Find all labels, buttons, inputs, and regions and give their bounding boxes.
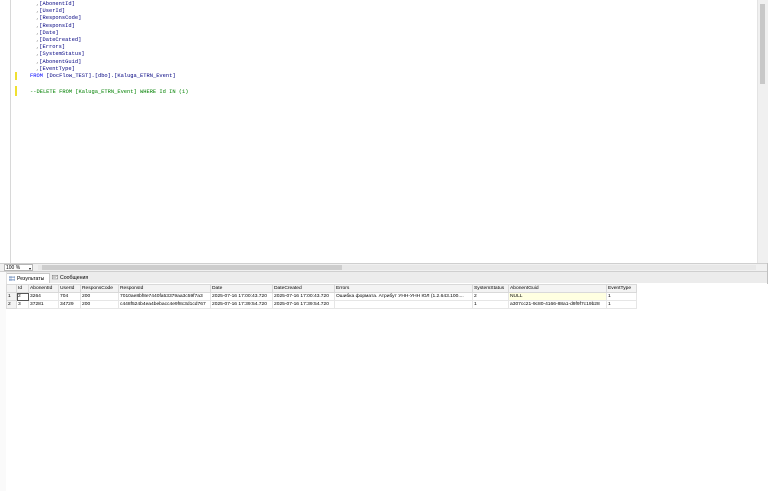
- grid-cell[interactable]: 7010ae8bf8e7440fa53379aa3c59f7a3: [118, 292, 211, 301]
- column-identifier: [ResponsId]: [39, 22, 75, 29]
- editor-vertical-scrollbar[interactable]: [757, 0, 768, 263]
- zoom-bar: 100 % ▾: [0, 263, 768, 272]
- grid-cell[interactable]: 1: [472, 300, 509, 309]
- column-identifier: [AbonentId]: [39, 1, 75, 7]
- message-icon: [52, 275, 58, 280]
- scroll-thumb[interactable]: [760, 4, 765, 84]
- column-header[interactable]: UserId: [58, 284, 81, 293]
- row-number[interactable]: 1: [6, 292, 17, 301]
- zoom-dropdown[interactable]: 100 % ▾: [4, 264, 33, 271]
- code-line: ,[UserId]: [36, 8, 65, 15]
- grid-cell[interactable]: [334, 300, 473, 309]
- code-line: ,[DateCreated]: [36, 37, 81, 44]
- results-table[interactable]: Id AbonentId UserId ResponsCode ResponsId Dat…: [6, 284, 637, 309]
- grid-cell[interactable]: 2025-07-16 17:00:43.720: [210, 292, 273, 301]
- column-header[interactable]: SystemStatus: [472, 284, 509, 293]
- column-identifier: [ResponsCode]: [39, 15, 82, 22]
- grid-cell[interactable]: 1: [606, 300, 637, 309]
- grid-cell[interactable]: 2025-07-16 17:39:54.720: [210, 300, 273, 309]
- column-identifier: [AbonentGuid]: [39, 58, 82, 65]
- grid-cell[interactable]: 37281: [28, 300, 59, 309]
- grid-cell[interactable]: 34729: [58, 300, 81, 309]
- code-line: ,[AbonentGuid]: [36, 59, 81, 66]
- editor-horizontal-scrollbar[interactable]: [38, 265, 756, 270]
- grid-cell[interactable]: 3: [16, 300, 29, 309]
- table-row[interactable]: 1 2 3264 704 200 7010ae8bf8e7440fa53379aa3c59…: [6, 292, 637, 301]
- grid-cell[interactable]: 1: [606, 292, 637, 301]
- column-header[interactable]: DateCreated: [272, 284, 335, 293]
- grid-corner[interactable]: [6, 284, 17, 293]
- grid-cell[interactable]: c448f524b4ea4bebacc4e9f8c3d1cd767: [118, 300, 211, 309]
- code-line: ,[ResponsCode]: [36, 15, 81, 22]
- grid-cell[interactable]: NULL: [508, 292, 607, 301]
- column-identifier: [Date]: [39, 29, 59, 36]
- column-header[interactable]: AbonentId: [28, 284, 59, 293]
- grid-cell[interactable]: 2025-07-16 17:00:43.720: [272, 292, 335, 301]
- column-header[interactable]: Errors: [334, 284, 473, 293]
- grid-cell[interactable]: 2025-07-16 17:39:54.720: [272, 300, 335, 309]
- grid-cell[interactable]: 704: [58, 292, 81, 301]
- column-header[interactable]: ResponsCode: [80, 284, 119, 293]
- column-header[interactable]: Id: [16, 284, 29, 293]
- results-tabbar: Результаты Сообщения: [0, 272, 768, 283]
- results-grid[interactable]: Id AbonentId UserId ResponsCode ResponsId Dat…: [6, 284, 768, 491]
- grid-cell[interactable]: 200: [80, 292, 119, 301]
- grid-cell[interactable]: a307cc21-9c80-4166-88a1-d9f9f7c19b28: [508, 300, 607, 309]
- editor-margin: [10, 0, 11, 263]
- query-editor[interactable]: ,[AbonentId] ,[UserId] ,[ResponsCode] ,[Res…: [0, 0, 768, 263]
- from-target: [DocFlow_TEST].[dbo].[Kaluga_ETRN_Event]: [46, 73, 176, 79]
- column-identifier: [SystemStatus]: [39, 51, 85, 58]
- column-header[interactable]: EventType: [606, 284, 637, 293]
- code-line: ,[SystemStatus]: [36, 51, 85, 58]
- row-number[interactable]: 2: [6, 300, 17, 309]
- header-row: Id AbonentId UserId ResponsCode ResponsId Dat…: [6, 284, 637, 293]
- chevron-down-icon: ▾: [28, 266, 31, 271]
- tab-messages-label: Сообщения: [60, 275, 89, 281]
- column-identifier: [DateCreated]: [39, 37, 82, 43]
- grid-cell[interactable]: 3264: [28, 292, 59, 301]
- from-keyword: FROM: [30, 73, 43, 79]
- tab-results-label: Результаты: [17, 276, 45, 282]
- column-identifier: [Errors]: [39, 44, 66, 51]
- code-line: ,[ResponsId]: [36, 23, 75, 30]
- column-header[interactable]: Date: [210, 284, 273, 293]
- grid-cell[interactable]: 2: [16, 292, 29, 301]
- tab-messages[interactable]: Сообщения: [50, 273, 96, 283]
- scroll-thumb[interactable]: [42, 265, 342, 270]
- code-line: ,[Errors]: [36, 44, 65, 51]
- comment-line: --DELETE FROM [Kaluga_ETRN_Event] WHERE …: [30, 89, 189, 95]
- grid-cell[interactable]: Ошибка формата. Атрибут УНН-УНН ЮЛ (1.2.…: [334, 292, 473, 301]
- tab-results[interactable]: Результаты: [6, 273, 50, 283]
- change-indicator: [15, 86, 17, 96]
- column-identifier: [EventType]: [39, 65, 75, 72]
- column-header[interactable]: ResponsId: [118, 284, 211, 293]
- column-identifier: [UserId]: [39, 8, 66, 15]
- code-line: ,[AbonentId]: [36, 1, 75, 8]
- column-header[interactable]: AbonentGuid: [508, 284, 607, 293]
- change-indicator: [15, 72, 17, 80]
- grid-cell[interactable]: 200: [80, 300, 119, 309]
- grid-cell[interactable]: 2: [472, 292, 509, 301]
- table-row[interactable]: 2 3 37281 34729 200 c448f524b4ea4bebacc4e9f8c…: [6, 300, 637, 309]
- grid-icon: [9, 276, 15, 281]
- zoom-value: 100 %: [6, 265, 21, 271]
- code-line: ,[EventType]: [36, 66, 75, 73]
- from-line: FROM [DocFlow_TEST].[dbo].[Kaluga_ETRN_E…: [30, 73, 176, 80]
- code-line: ,[Date]: [36, 30, 59, 37]
